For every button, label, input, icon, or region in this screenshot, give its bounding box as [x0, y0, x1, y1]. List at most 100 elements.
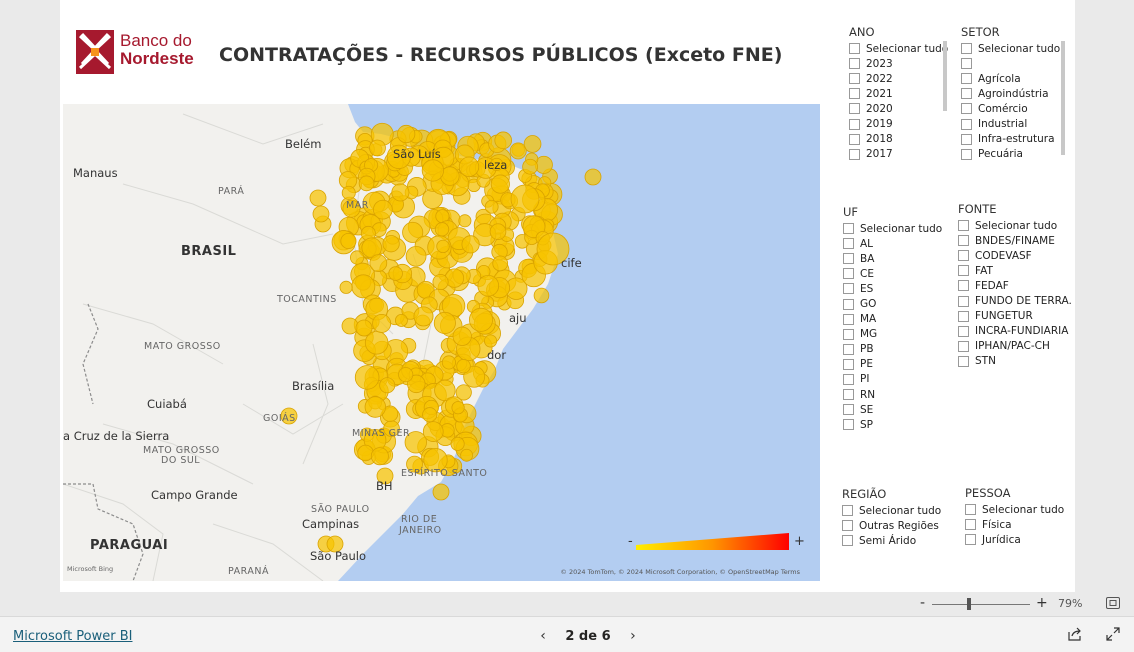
map-bubble[interactable] [340, 232, 357, 250]
slicer-fonte-item[interactable]: FUNGETUR [958, 309, 1073, 324]
map-bubble[interactable] [522, 158, 538, 175]
checkbox[interactable] [961, 103, 972, 115]
checkbox[interactable] [961, 58, 972, 70]
map-bubble[interactable] [450, 436, 465, 451]
slicer-setor-item[interactable]: Infra-estrutura [961, 132, 1067, 147]
checkbox[interactable] [843, 419, 854, 431]
map-bubble[interactable] [492, 255, 509, 272]
map-bubble[interactable] [458, 214, 472, 228]
chevron-left-icon[interactable]: ‹ [536, 628, 550, 644]
map-bubble[interactable] [458, 156, 480, 177]
map-bubble[interactable] [461, 235, 480, 254]
map-bubble[interactable] [584, 168, 602, 186]
map-bubble[interactable] [358, 175, 375, 192]
slicer-setor-item[interactable]: Agrícola [961, 71, 1067, 86]
slicer-ano-item[interactable]: 2023 [849, 56, 949, 71]
map-bubble[interactable] [398, 367, 414, 383]
slicer-regiao-item[interactable]: Selecionar tudo [842, 503, 952, 518]
zoom-in-button[interactable]: + [1036, 595, 1048, 611]
slicer-regiao-item[interactable]: Semi Árido [842, 533, 952, 548]
slicer-setor-item[interactable]: Industrial [961, 116, 1067, 131]
slicer-uf-item[interactable]: RN [843, 387, 953, 402]
map-bubble[interactable] [351, 274, 376, 299]
checkbox[interactable] [849, 73, 860, 85]
slicer-ano-scrollbar[interactable] [943, 41, 947, 111]
map-bubble[interactable] [469, 307, 494, 332]
map-bubble[interactable] [422, 421, 444, 442]
slicer-fonte-item[interactable]: CODEVASF [958, 248, 1073, 263]
map-bubble[interactable] [452, 326, 472, 346]
map-bubble[interactable] [477, 274, 500, 297]
bubble-map[interactable]: Belém Manaus PARÁ BRASIL TOCANTINS MATO … [63, 104, 820, 581]
map-bubble[interactable] [388, 266, 403, 281]
checkbox[interactable] [843, 358, 854, 370]
slicer-ano-item[interactable]: 2018 [849, 132, 949, 147]
map-bubble[interactable] [432, 483, 450, 501]
slicer-pessoa-item[interactable]: Física [965, 517, 1070, 532]
slicer-pessoa-item[interactable]: Selecionar tudo [965, 502, 1070, 517]
checkbox[interactable] [843, 253, 854, 265]
map-bubble[interactable] [405, 245, 427, 267]
slicer-uf-item[interactable]: MG [843, 327, 953, 342]
checkbox[interactable] [958, 265, 969, 277]
share-icon[interactable] [1068, 627, 1082, 641]
slicer-uf-item[interactable]: AL [843, 236, 953, 251]
checkbox[interactable] [961, 148, 972, 160]
slicer-uf-item[interactable]: GO [843, 296, 953, 311]
checkbox[interactable] [958, 295, 969, 307]
checkbox[interactable] [843, 223, 854, 235]
map-bubble[interactable] [484, 199, 499, 214]
map-bubble[interactable] [460, 448, 474, 462]
map-bubble[interactable] [422, 407, 438, 423]
checkbox[interactable] [958, 250, 969, 262]
slicer-fonte-item[interactable]: STN [958, 354, 1073, 369]
checkbox[interactable] [965, 519, 976, 531]
slicer-uf-item[interactable]: PI [843, 372, 953, 387]
checkbox[interactable] [843, 298, 854, 310]
map-bubble[interactable] [391, 183, 410, 202]
map-bubble[interactable] [369, 254, 388, 272]
checkbox[interactable] [958, 235, 969, 247]
map-bubble[interactable] [354, 365, 380, 390]
map-bubble[interactable] [413, 306, 434, 327]
slicer-uf-item[interactable]: PE [843, 357, 953, 372]
map-bubble[interactable] [397, 124, 416, 144]
checkbox[interactable] [843, 389, 854, 401]
map-bubble[interactable] [432, 273, 449, 291]
expand-icon[interactable] [1106, 627, 1120, 641]
slicer-ano-item[interactable]: Selecionar tudo [849, 41, 949, 56]
map-bubble[interactable] [382, 235, 400, 253]
checkbox[interactable] [958, 325, 969, 337]
checkbox[interactable] [958, 280, 969, 292]
slicer-uf-item[interactable]: PB [843, 342, 953, 357]
map-bubble[interactable] [349, 250, 365, 265]
checkbox[interactable] [849, 58, 860, 70]
map-bubble[interactable] [394, 313, 408, 327]
checkbox[interactable] [961, 88, 972, 100]
slicer-uf-item[interactable]: CE [843, 266, 953, 281]
checkbox[interactable] [961, 133, 972, 145]
zoom-slider-thumb[interactable] [967, 598, 971, 610]
map-bubble[interactable] [523, 135, 542, 153]
map-bubble[interactable] [433, 311, 456, 335]
slicer-uf-item[interactable]: MA [843, 312, 953, 327]
map-bubble[interactable] [372, 313, 392, 333]
slicer-fonte-item[interactable]: Selecionar tudo [958, 218, 1073, 233]
checkbox[interactable] [849, 118, 860, 130]
map-bubble[interactable] [364, 396, 387, 418]
map-bubble[interactable] [341, 317, 359, 335]
slicer-uf-item[interactable]: SE [843, 402, 953, 417]
map-bubble[interactable] [451, 401, 465, 415]
map-bubble[interactable] [312, 205, 330, 223]
checkbox[interactable] [849, 88, 860, 100]
slicer-fonte-item[interactable]: BNDES/FINAME [958, 233, 1073, 248]
slicer-ano-item[interactable]: 2021 [849, 86, 949, 101]
map-bubble[interactable] [510, 184, 540, 214]
slicer-ano-item[interactable]: 2020 [849, 101, 949, 116]
map-bubble[interactable] [370, 447, 389, 466]
slicer-pessoa-item[interactable]: Jurídica [965, 532, 1070, 547]
map-bubble[interactable] [494, 131, 512, 150]
slicer-regiao-item[interactable]: Outras Regiões [842, 518, 952, 533]
checkbox[interactable] [849, 133, 860, 145]
checkbox[interactable] [843, 373, 854, 385]
